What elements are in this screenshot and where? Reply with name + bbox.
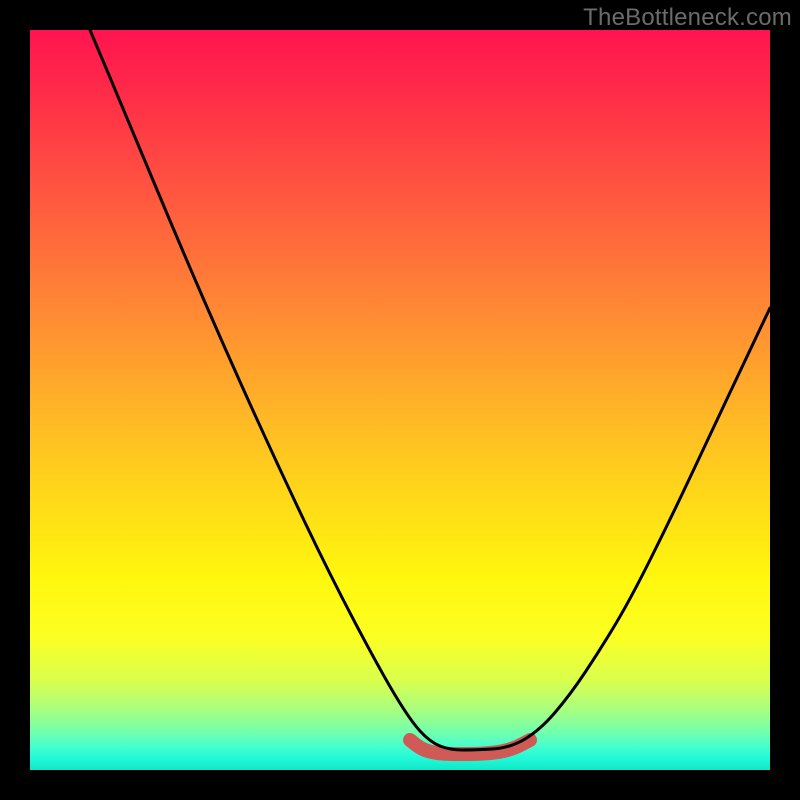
watermark-text: TheBottleneck.com: [583, 4, 792, 32]
plot-area: [30, 30, 770, 770]
curve-layer: [30, 30, 770, 770]
black-curve-path: [90, 30, 770, 750]
red-trough-path: [410, 740, 530, 754]
chart-frame: [30, 30, 770, 770]
